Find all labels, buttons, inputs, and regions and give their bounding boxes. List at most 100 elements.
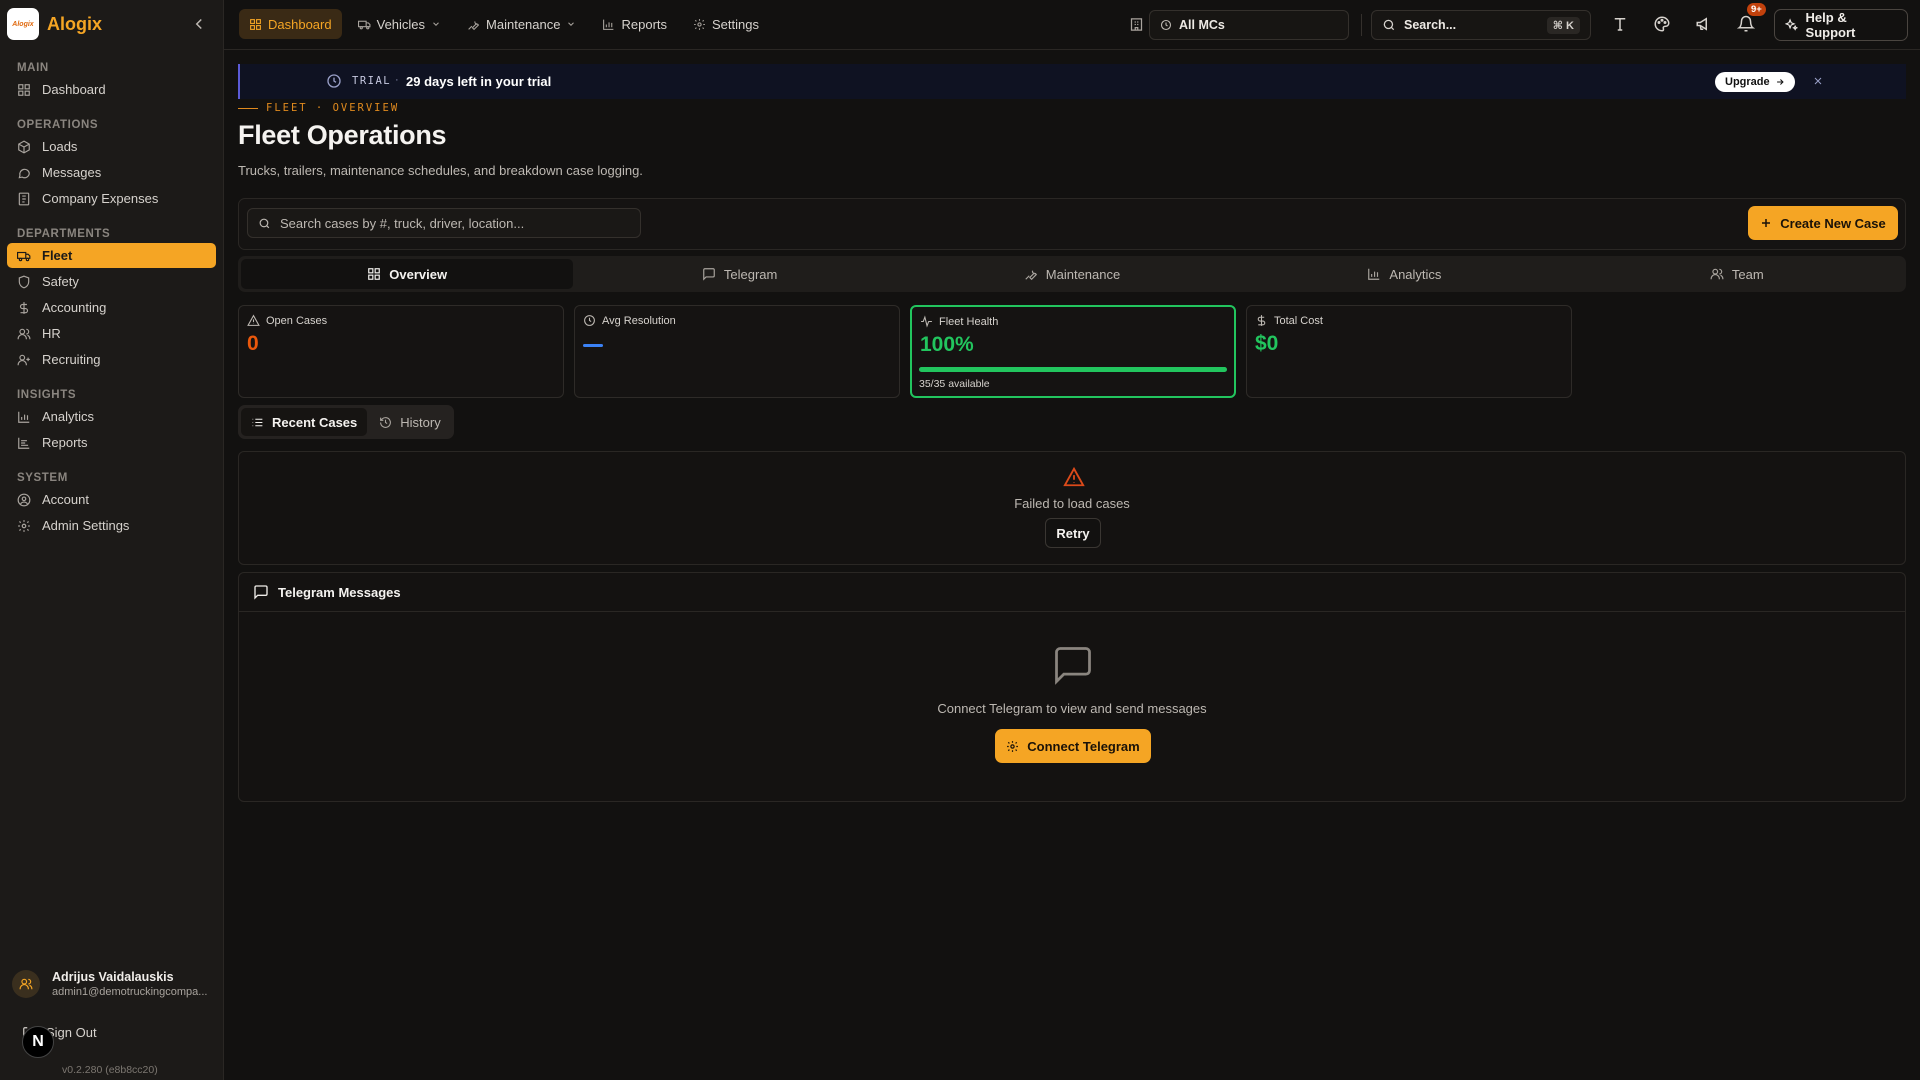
sidebar-item-label: Company Expenses [42,191,159,206]
tab-team[interactable]: Team [1571,259,1903,289]
nav-section-insights: Insights [17,389,77,401]
bar-chart-icon [603,19,614,30]
sidebar-item-account[interactable]: Account [7,487,216,512]
users-icon [1710,268,1724,280]
sidebar-item-dashboard[interactable]: Dashboard [7,77,216,102]
sidebar-item-label: Admin Settings [42,518,130,533]
user-profile[interactable]: Adrijus Vaidalauskis admin1@demotrucking… [12,970,212,998]
megaphone-icon[interactable] [1695,15,1713,33]
sidebar-item-loads[interactable]: Loads [7,134,216,159]
case-subtabs: Recent Cases History [238,405,454,439]
stat-open-cases: Open Cases 0 [238,305,564,398]
subtab-label: Recent Cases [272,414,358,430]
topnav-settings[interactable]: Settings [683,9,769,39]
sidebar-item-fleet[interactable]: Fleet [7,243,216,268]
bar-chart-icon [18,411,30,423]
upgrade-button[interactable]: Upgrade [1715,72,1795,92]
sidebar-item-company-expenses[interactable]: Company Expenses [7,186,216,211]
stat-fleet-health: Fleet Health 100% 35/35 available [910,305,1236,398]
users-icon [19,978,33,990]
history-icon [380,416,392,428]
bell-icon[interactable] [1737,15,1755,33]
trial-separator: · [395,74,399,86]
sidebar-item-safety[interactable]: Safety [7,269,216,294]
avatar [12,970,40,998]
create-case-button[interactable]: Create New Case [1748,206,1898,240]
nav-section-departments: Departments [17,228,111,240]
shield-icon [18,275,30,288]
sidebar-nav: Main Dashboard Operations Loads Messages… [7,60,216,539]
trial-tag: TRIAL [352,75,392,87]
topnav-reports[interactable]: Reports [592,9,677,39]
eyebrow-rule [238,107,258,109]
tab-label: Overview [389,266,448,282]
wrench-icon [468,20,480,30]
connect-telegram-button[interactable]: Connect Telegram [995,729,1151,763]
close-icon[interactable] [1812,75,1824,87]
sidebar-item-recruiting[interactable]: Recruiting [7,347,216,372]
topnav-dashboard[interactable]: Dashboard [239,9,342,39]
tab-analytics[interactable]: Analytics [1238,259,1570,289]
version-label: v0.2.280 (e8b8cc20) [62,1064,158,1076]
subtab-label: History [400,414,441,430]
topnav-vehicles[interactable]: Vehicles [348,9,451,39]
top-nav: Dashboard Vehicles Maintenance Reports S… [239,9,769,39]
topnav-maintenance[interactable]: Maintenance [457,9,586,39]
n-badge[interactable]: N [22,1026,54,1058]
sidebar-item-label: Dashboard [42,82,106,97]
telegram-panel: Telegram Messages Connect Telegram to vi… [238,572,1906,802]
topbar: Dashboard Vehicles Maintenance Reports S… [224,0,1920,50]
tab-telegram[interactable]: Telegram [573,259,905,289]
stat-header: Fleet Health [920,315,998,328]
palette-icon[interactable] [1653,15,1671,33]
retry-button[interactable]: Retry [1045,518,1101,548]
gear-icon [18,519,30,532]
breadcrumb: FLEET · OVERVIEW [238,102,399,114]
trial-banner: TRIAL · 29 days left in your trial Upgra… [238,64,1906,99]
search-icon [1383,19,1395,31]
stat-label: Avg Resolution [602,314,676,327]
search-icon [259,218,270,228]
truck-icon [17,251,31,261]
alert-triangle-icon [1063,466,1085,487]
chevron-down-icon [433,22,439,26]
page-subtitle: Trucks, trailers, maintenance schedules,… [238,163,643,178]
sidebar-item-analytics[interactable]: Analytics [7,404,216,429]
font-size-icon[interactable] [1611,15,1629,33]
cases-error-text: Failed to load cases [1014,496,1130,511]
case-search-input[interactable]: Search cases by #, truck, driver, locati… [247,208,641,238]
health-progress-fill [919,367,1227,372]
mc-select[interactable]: All MCs [1149,10,1349,40]
topnav-label: Reports [621,16,668,32]
subtab-history[interactable]: History [369,408,450,436]
stat-label: Open Cases [266,314,328,327]
sidebar-item-label: Safety [42,274,79,289]
sidebar-item-label: HR [42,326,61,341]
subtab-recent-cases[interactable]: Recent Cases [241,408,368,436]
message-square-icon [254,585,268,600]
topnav-label: Maintenance [486,16,561,32]
message-square-icon [703,268,715,281]
sidebar-item-admin-settings[interactable]: Admin Settings [7,513,216,538]
stat-value: 100% [920,333,974,356]
sidebar-item-hr[interactable]: HR [7,321,216,346]
sidebar-item-reports[interactable]: Reports [7,430,216,455]
sidebar-item-accounting[interactable]: Accounting [7,295,216,320]
tab-maintenance[interactable]: Maintenance [906,259,1238,289]
clock-icon [584,315,595,326]
help-support-button[interactable]: Help & Support [1774,9,1908,41]
collapse-sidebar-icon[interactable] [190,15,208,33]
reports-icon [18,437,30,449]
grid-icon [18,83,30,96]
sidebar-item-label: Reports [42,435,88,450]
sidebar-item-messages[interactable]: Messages [7,160,216,185]
sidebar: Alogix Alogix Main Dashboard Operations … [0,0,224,1080]
empty-value-dash [583,344,603,347]
tab-overview[interactable]: Overview [241,259,574,289]
topnav-label: Settings [712,16,759,32]
package-icon [18,139,30,154]
sidebar-item-label: Messages [42,165,102,180]
sidebar-item-label: Fleet [42,248,73,263]
brand[interactable]: Alogix Alogix [7,8,102,40]
global-search[interactable]: Search... ⌘ K [1371,10,1591,40]
